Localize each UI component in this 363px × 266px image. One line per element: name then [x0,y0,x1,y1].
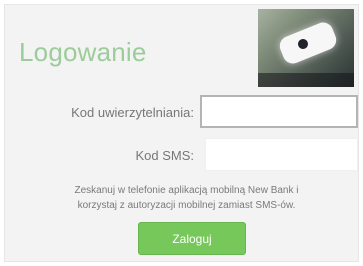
login-panel: Logowanie Kod uwierzytelniania: Kod SMS:… [4,4,359,262]
sms-code-input[interactable] [205,138,358,171]
info-line-2: korzystaj z autoryzacji mobilnej zamiast… [77,200,296,211]
login-button[interactable]: Zaloguj [138,222,246,255]
sms-code-row: Kod SMS: [5,138,358,172]
info-line-1: Zeskanuj w telefonie aplikacją mobilną N… [74,185,299,196]
auth-code-input[interactable] [200,95,358,128]
photo-caption-strip [258,73,354,87]
auth-code-row: Kod uwierzytelniania: [5,95,358,129]
mobile-auth-info: Zeskanuj w telefonie aplikacją mobilną N… [15,183,358,213]
sms-code-label: Kod SMS: [135,148,194,163]
phone-photo [258,9,354,87]
auth-code-label: Kod uwierzytelniania: [71,105,194,120]
page-title: Logowanie [19,37,147,67]
